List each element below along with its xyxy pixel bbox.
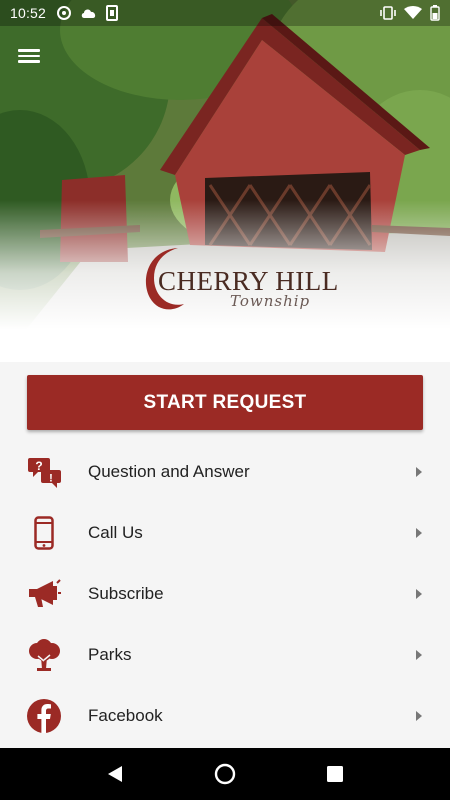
phone-icon	[26, 515, 62, 551]
list-item-label: Facebook	[88, 706, 163, 726]
back-icon	[108, 766, 122, 782]
wifi-icon	[404, 6, 422, 19]
recents-icon	[327, 766, 343, 782]
hamburger-menu-icon[interactable]	[18, 46, 44, 68]
navigation-bar	[0, 748, 450, 800]
status-time: 10:52	[10, 5, 47, 21]
home-icon	[214, 763, 236, 785]
svg-text:!: !	[49, 472, 53, 484]
home-button[interactable]	[205, 754, 245, 794]
vibrate-icon	[380, 6, 396, 20]
recents-button[interactable]	[315, 754, 355, 794]
list-item-label: Call Us	[88, 522, 143, 542]
sd-card-icon	[106, 5, 119, 21]
list-item-subscribe[interactable]: Subscribe	[0, 563, 450, 624]
list-item-label: Question and Answer	[88, 461, 250, 481]
facebook-icon	[26, 698, 62, 734]
list-item-label: Parks	[88, 645, 132, 665]
back-button[interactable]	[95, 754, 135, 794]
list-item-parks[interactable]: Parks	[0, 625, 450, 686]
cherry-hill-logo: CHERRY HILL Township	[138, 240, 338, 330]
chevron-right-icon	[416, 466, 422, 477]
battery-icon	[430, 5, 440, 21]
tree-icon	[26, 637, 62, 673]
hero-image: CHERRY HILL Township	[0, 0, 450, 362]
chevron-right-icon	[416, 711, 422, 722]
start-request-button[interactable]: START REQUEST	[27, 375, 423, 430]
logo-subtext: Township	[230, 292, 311, 310]
cloud-icon	[81, 9, 96, 18]
list-item-call-us[interactable]: Call Us	[0, 502, 450, 563]
chevron-right-icon	[416, 650, 422, 661]
list-item-question-and-answer[interactable]: ? ! Question and Answer	[0, 441, 450, 502]
app-screen: CHERRY HILL Township 10:52 START REQUEST…	[0, 0, 450, 800]
status-bar: 10:52	[0, 0, 450, 26]
menu-list: ? ! Question and Answer Call Us Subscrib…	[0, 441, 450, 747]
list-item-label: Subscribe	[88, 583, 164, 603]
chevron-right-icon	[416, 527, 422, 538]
list-item-facebook[interactable]: Facebook	[0, 686, 450, 747]
chevron-right-icon	[416, 588, 422, 599]
at-sign-icon	[57, 6, 72, 20]
question-answer-icon: ? !	[26, 454, 62, 490]
megaphone-icon	[26, 576, 62, 612]
